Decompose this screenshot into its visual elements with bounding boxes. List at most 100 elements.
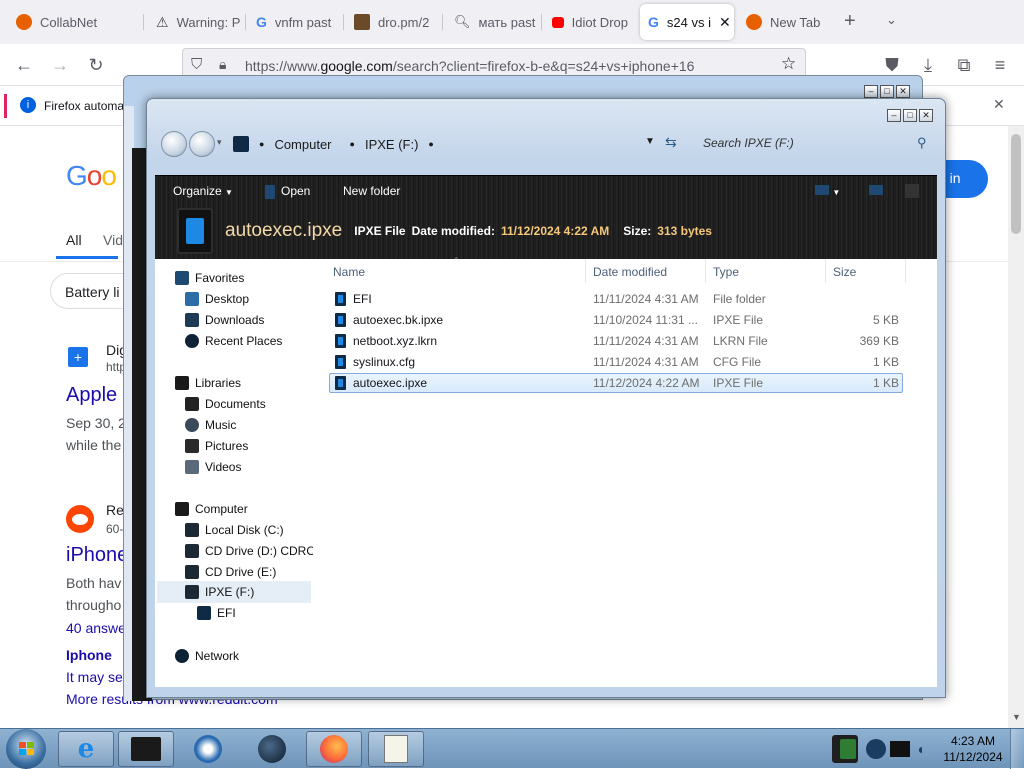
breadcrumb-computer[interactable]: Computer <box>274 137 331 152</box>
nav-ipxe-drive[interactable]: IPXE (F:) <box>185 582 254 602</box>
menu-hamburger-icon[interactable]: ≡ <box>988 53 1012 77</box>
url-text[interactable]: https://www.google.com/search?client=fir… <box>245 58 694 74</box>
taskbar-explorer[interactable] <box>118 731 174 767</box>
new-tab-plus-icon[interactable]: + <box>844 10 856 33</box>
column-header-type[interactable]: Type <box>713 265 739 279</box>
security-shield-icon[interactable] <box>840 739 856 759</box>
details-filename: autoexec.ipxe <box>225 220 343 241</box>
downloads-icon[interactable]: ⤓ <box>916 53 940 77</box>
start-button[interactable] <box>6 729 46 769</box>
taskbar-notepad[interactable] <box>368 731 424 767</box>
close-icon[interactable]: ✕ <box>993 96 1005 113</box>
nav-recent-places[interactable]: Recent Places <box>185 331 282 351</box>
tab-vnfm[interactable]: G vnfm past <box>248 4 340 40</box>
reload-icon[interactable]: ↻ <box>84 53 108 77</box>
google-icon: G <box>648 14 659 30</box>
address-bar[interactable]: ● Computer ● IPXE (F:) ● ▼ ⇆ <box>219 132 684 156</box>
nav-computer[interactable]: Computer <box>175 499 248 519</box>
question-link[interactable]: Iphone <box>66 647 112 663</box>
close-icon[interactable]: ✕ <box>896 85 910 98</box>
taskbar-firefox[interactable] <box>306 731 362 767</box>
nav-videos[interactable]: Videos <box>185 457 241 477</box>
lock-icon[interactable]: 🔒︎ <box>219 56 226 73</box>
help-icon[interactable] <box>905 184 919 201</box>
desktop-icon <box>185 292 199 306</box>
show-desktop-button[interactable] <box>1010 729 1024 769</box>
tab-idiot-drop[interactable]: Idiot Drop <box>544 4 636 40</box>
tab-collabnet[interactable]: CollabNet <box>8 4 138 40</box>
tab-new-tab[interactable]: New Tab <box>738 4 830 40</box>
taskbar: e ◖ 4:23 AM 11/12/2024 <box>0 728 1024 769</box>
back-button[interactable] <box>161 131 187 157</box>
tab-warning[interactable]: ⚠ Warning: P <box>148 4 246 40</box>
nav-pictures[interactable]: Pictures <box>185 436 248 456</box>
preview-pane-icon[interactable] <box>869 184 883 198</box>
close-tab-icon[interactable]: ✕ <box>719 14 731 31</box>
shield-icon[interactable]: ⛉ <box>191 56 202 73</box>
taskbar-globe-app[interactable] <box>244 731 300 767</box>
nav-cd-drive-d[interactable]: CD Drive (D:) CDROM <box>185 541 313 561</box>
file-row[interactable]: syslinux.cfg 11/11/2024 4:31 AM CFG File… <box>329 352 903 372</box>
breadcrumb-drive[interactable]: IPXE (F:) <box>365 137 418 152</box>
forward-arrow-icon[interactable]: → <box>48 53 72 77</box>
result-title-link[interactable]: iPhone <box>66 544 128 567</box>
open-button[interactable]: Open <box>265 184 310 199</box>
documents-icon <box>185 397 199 411</box>
tab-mat[interactable]: 🔍︎ мать past <box>446 4 538 40</box>
organize-button[interactable]: Organize ▼ <box>173 184 233 198</box>
file-row[interactable]: EFI 11/11/2024 4:31 AM File folder <box>329 289 903 309</box>
file-date: 11/11/2024 4:31 AM <box>593 355 699 369</box>
result-title-link[interactable]: Apple <box>66 384 117 407</box>
forward-button[interactable] <box>189 131 215 157</box>
tab-videos[interactable]: Vid <box>103 232 123 248</box>
maximize-icon[interactable]: □ <box>903 109 917 122</box>
tab-s24-vs-iphone[interactable]: G s24 vs i ✕ <box>640 4 734 40</box>
column-header-size[interactable]: Size <box>833 265 856 279</box>
tab-all[interactable]: All <box>66 232 82 248</box>
address-dropdown-icon[interactable]: ▼ <box>645 136 655 147</box>
refresh-icon[interactable]: ⇆ <box>665 134 677 151</box>
nav-desktop[interactable]: Desktop <box>185 289 249 309</box>
nav-cd-drive-e[interactable]: CD Drive (E:) <box>185 562 276 582</box>
action-center-icon[interactable] <box>890 741 910 757</box>
back-arrow-icon[interactable]: ← <box>12 53 36 77</box>
file-type: CFG File <box>713 355 761 369</box>
page-scrollbar[interactable]: ▼ <box>1008 126 1024 728</box>
change-view-icon[interactable]: ▼ <box>815 184 840 198</box>
nav-efi-folder[interactable]: EFI <box>197 603 236 623</box>
file-row[interactable]: autoexec.bk.ipxe 11/10/2024 11:31 ... IP… <box>329 310 903 330</box>
nav-downloads[interactable]: Downloads <box>185 310 264 330</box>
search-input[interactable]: Search IPXE (F:) ⚲ <box>697 132 933 156</box>
file-row[interactable]: netboot.xyz.lkrn 11/11/2024 4:31 AM LKRN… <box>329 331 903 351</box>
bookmark-star-icon[interactable]: ☆ <box>781 54 796 74</box>
new-folder-button[interactable]: New folder <box>343 184 400 198</box>
file-row-selected[interactable]: autoexec.ipxe 11/12/2024 4:22 AM IPXE Fi… <box>329 373 903 393</box>
network-tray-icon[interactable] <box>866 739 886 759</box>
taskbar-clock[interactable]: 4:23 AM 11/12/2024 <box>940 733 1006 765</box>
list-tabs-chevron-icon[interactable]: ⌄ <box>886 12 897 28</box>
minimize-icon[interactable]: – <box>887 109 901 122</box>
taskbar-media-player[interactable] <box>180 731 236 767</box>
nav-favorites[interactable]: Favorites <box>175 268 244 288</box>
google-logo[interactable]: Goo <box>66 160 117 192</box>
taskbar-internet-explorer[interactable]: e <box>58 731 114 767</box>
nav-documents[interactable]: Documents <box>185 394 266 414</box>
minimize-icon[interactable]: – <box>864 85 878 98</box>
extensions-icon[interactable]: ⧉ <box>952 53 976 77</box>
nav-music[interactable]: Music <box>185 415 236 435</box>
nav-libraries[interactable]: Libraries <box>175 373 241 393</box>
search-icon[interactable]: ⚲ <box>917 135 927 151</box>
tab-dropm[interactable]: dro.pm/2 <box>346 4 438 40</box>
answers-link[interactable]: 40 answe <box>66 620 126 636</box>
maximize-icon[interactable]: □ <box>880 85 894 98</box>
nav-network[interactable]: Network <box>175 646 239 666</box>
google-icon: G <box>256 14 267 30</box>
column-header-name[interactable]: Name <box>333 265 365 279</box>
nav-local-disk[interactable]: Local Disk (C:) <box>185 520 284 540</box>
close-icon[interactable]: ✕ <box>919 109 933 122</box>
pocket-icon[interactable]: ⛊ <box>880 53 904 77</box>
site-favicon: + <box>68 347 88 367</box>
column-header-date[interactable]: Date modified <box>593 265 667 279</box>
file-date: 11/12/2024 4:22 AM <box>593 376 700 390</box>
volume-icon[interactable]: ◖ <box>916 741 930 757</box>
